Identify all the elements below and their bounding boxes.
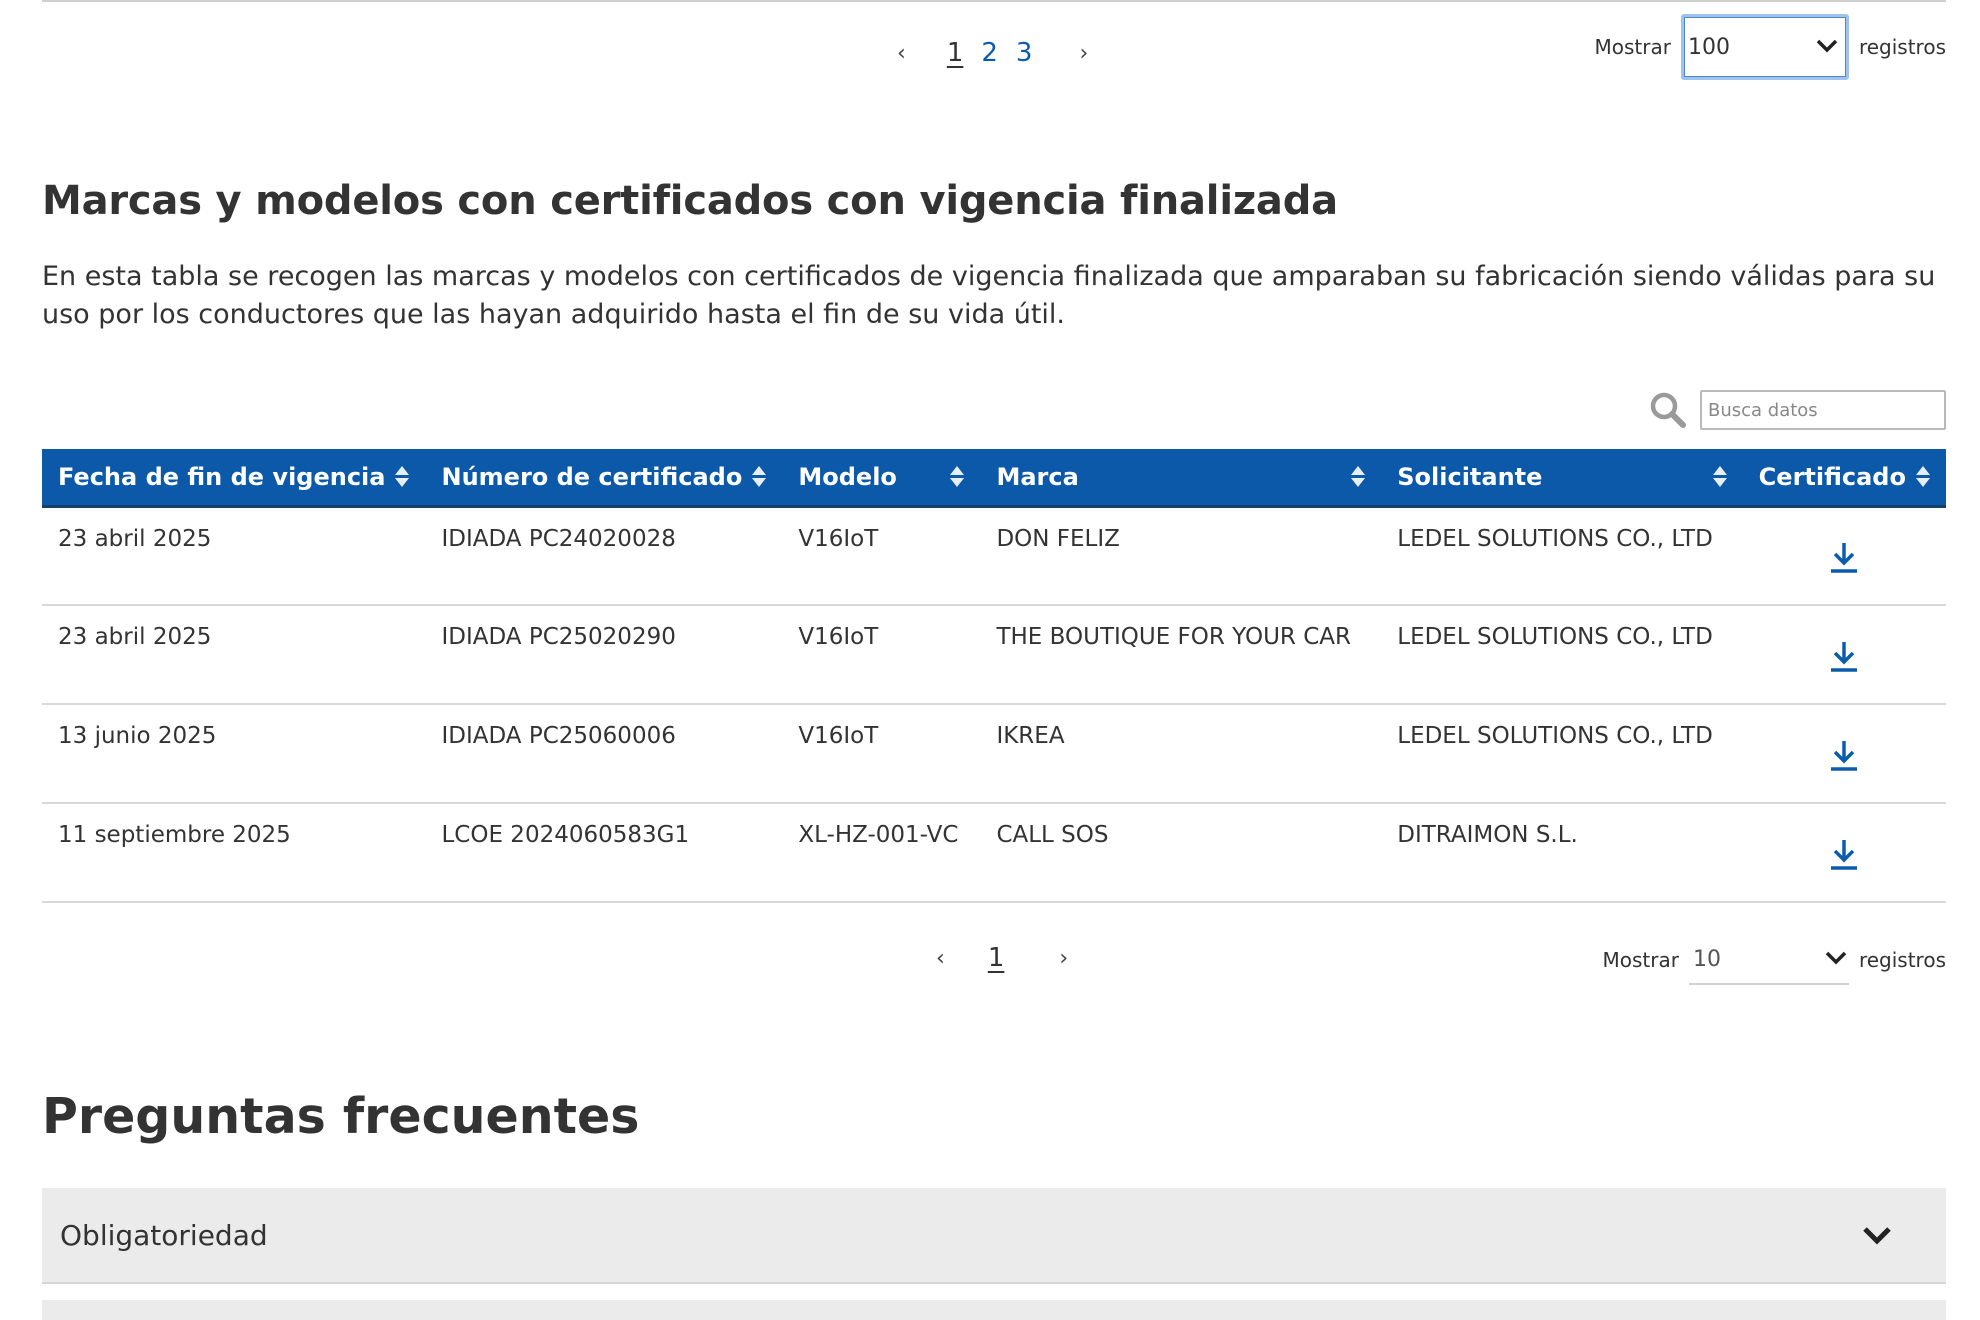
cell-certificate-number: IDIADA PC24020028 [425, 506, 783, 606]
faq-accordion-item-partial[interactable] [42, 1300, 1946, 1320]
cell-applicant: LEDEL SOLUTIONS CO., LTD [1381, 506, 1743, 606]
table-header-row: Fecha de fin de vigencia Número de certi… [42, 449, 1946, 508]
page-link-2[interactable]: 2 [972, 38, 1007, 68]
cell-certificate-number: IDIADA PC25020290 [425, 605, 783, 705]
sort-icon [752, 466, 767, 488]
section-title: Marcas y modelos con certificados con vi… [42, 178, 1338, 224]
cell-model: V16IoT [782, 506, 981, 606]
cell-brand: DON FELIZ [980, 506, 1382, 606]
column-header-model[interactable]: Modelo [782, 449, 981, 508]
show-label: Mostrar [1602, 948, 1679, 972]
page-size-value: 10 [1692, 946, 1721, 972]
next-page-button[interactable]: › [1051, 946, 1076, 971]
table-row: 23 abril 2025 IDIADA PC24020028 V16IoT D… [42, 506, 1946, 606]
page-link-1[interactable]: 1 [979, 943, 1014, 973]
page-size-value: 100 [1687, 34, 1730, 60]
cell-certificate [1742, 605, 1946, 705]
cell-certificate [1742, 704, 1946, 804]
cell-applicant: DITRAIMON S.L. [1381, 803, 1743, 903]
download-icon[interactable] [1829, 540, 1859, 574]
pagination-bottom: ‹ 1 › [928, 943, 1076, 973]
chevron-down-icon [1816, 37, 1838, 58]
cell-date: 23 abril 2025 [42, 506, 426, 606]
accordion-label: Obligatoriedad [60, 1218, 268, 1252]
chevron-down-icon [1862, 1219, 1892, 1252]
records-label: registros [1858, 35, 1946, 59]
table-row: 23 abril 2025 IDIADA PC25020290 V16IoT T… [42, 605, 1946, 705]
column-header-certificate[interactable]: Certificado [1742, 449, 1946, 508]
cell-certificate [1742, 506, 1946, 606]
download-icon[interactable] [1829, 738, 1859, 772]
faq-accordion-item[interactable]: Obligatoriedad [42, 1188, 1946, 1284]
chevron-down-icon [1825, 949, 1847, 970]
page-size-control-top: Mostrar 100 registros [1594, 14, 1946, 80]
sort-icon [950, 466, 965, 488]
sort-icon [1916, 466, 1930, 488]
table-row: 13 junio 2025 IDIADA PC25060006 V16IoT I… [42, 704, 1946, 804]
prev-page-button[interactable]: ‹ [889, 41, 914, 66]
cell-model: XL-HZ-001-VC [782, 803, 981, 903]
cell-certificate-number: LCOE 2024060583G1 [425, 803, 783, 903]
certificates-table: Fecha de fin de vigencia Número de certi… [42, 449, 1946, 903]
page-link-1[interactable]: 1 [938, 38, 973, 68]
table-row: 11 septiembre 2025 LCOE 2024060583G1 XL-… [42, 803, 1946, 903]
search-icon[interactable] [1648, 390, 1688, 430]
cell-applicant: LEDEL SOLUTIONS CO., LTD [1381, 704, 1743, 804]
section-description: En esta tabla se recogen las marcas y mo… [42, 261, 1936, 330]
sort-icon [1712, 466, 1727, 488]
records-label: registros [1858, 948, 1946, 972]
prev-page-button[interactable]: ‹ [928, 946, 953, 971]
top-divider [42, 0, 1946, 2]
cell-model: V16IoT [782, 704, 981, 804]
pagination-top: ‹ 1 2 3 › [889, 38, 1096, 68]
cell-date: 13 junio 2025 [42, 704, 426, 804]
cell-brand: IKREA [980, 704, 1382, 804]
column-header-applicant[interactable]: Solicitante [1381, 449, 1743, 508]
column-header-date[interactable]: Fecha de fin de vigencia [42, 449, 426, 508]
sort-icon [1351, 466, 1366, 488]
search-input[interactable] [1700, 390, 1946, 430]
next-page-button[interactable]: › [1071, 41, 1096, 66]
cell-model: V16IoT [782, 605, 981, 705]
table-search [1648, 390, 1946, 430]
page-link-3[interactable]: 3 [1007, 38, 1042, 68]
page-size-control-bottom: Mostrar 10 registros [1602, 935, 1946, 985]
download-icon[interactable] [1829, 639, 1859, 673]
show-label: Mostrar [1594, 35, 1671, 59]
cell-certificate-number: IDIADA PC25060006 [425, 704, 783, 804]
cell-date: 11 septiembre 2025 [42, 803, 426, 903]
sort-icon [395, 466, 410, 488]
page-size-select[interactable]: 100 [1680, 14, 1849, 80]
download-icon[interactable] [1829, 837, 1859, 871]
column-header-certificate-number[interactable]: Número de certificado [425, 449, 783, 508]
faq-title: Preguntas frecuentes [42, 1088, 640, 1145]
cell-applicant: LEDEL SOLUTIONS CO., LTD [1381, 605, 1743, 705]
cell-date: 23 abril 2025 [42, 605, 426, 705]
column-header-brand[interactable]: Marca [980, 449, 1382, 508]
cell-brand: CALL SOS [980, 803, 1382, 903]
cell-certificate [1742, 803, 1946, 903]
page-size-select[interactable]: 10 [1688, 935, 1849, 985]
cell-brand: THE BOUTIQUE FOR YOUR CAR [980, 605, 1382, 705]
